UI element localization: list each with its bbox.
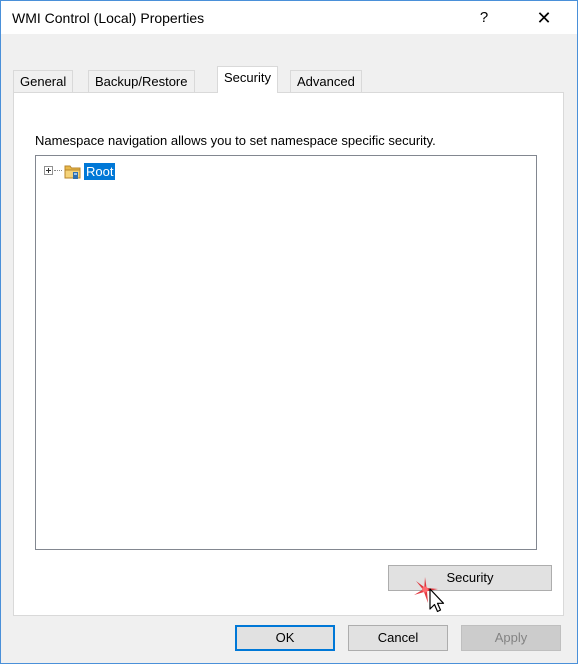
tree-connector bbox=[54, 170, 62, 171]
tab-security[interactable]: Security bbox=[217, 66, 278, 93]
apply-button[interactable]: Apply bbox=[461, 625, 561, 651]
security-tab-panel: Namespace navigation allows you to set n… bbox=[13, 92, 564, 616]
expand-icon[interactable] bbox=[44, 166, 53, 175]
folder-icon bbox=[64, 163, 82, 180]
title-bar: WMI Control (Local) Properties ? ✕ bbox=[1, 1, 577, 34]
ok-button[interactable]: OK bbox=[235, 625, 335, 651]
namespace-tree[interactable]: Root bbox=[35, 155, 537, 550]
window-title: WMI Control (Local) Properties bbox=[12, 10, 205, 26]
namespace-description: Namespace navigation allows you to set n… bbox=[35, 133, 436, 148]
security-button[interactable]: Security bbox=[388, 565, 552, 591]
help-button[interactable]: ? bbox=[471, 5, 497, 31]
tab-advanced[interactable]: Advanced bbox=[290, 70, 362, 92]
tab-backup-restore[interactable]: Backup/Restore bbox=[88, 70, 195, 92]
properties-dialog: WMI Control (Local) Properties ? ✕ Gener… bbox=[0, 0, 578, 664]
close-button[interactable]: ✕ bbox=[529, 5, 559, 31]
tab-general[interactable]: General bbox=[13, 70, 74, 92]
cancel-button[interactable]: Cancel bbox=[348, 625, 448, 651]
tree-node-label[interactable]: Root bbox=[84, 163, 116, 180]
